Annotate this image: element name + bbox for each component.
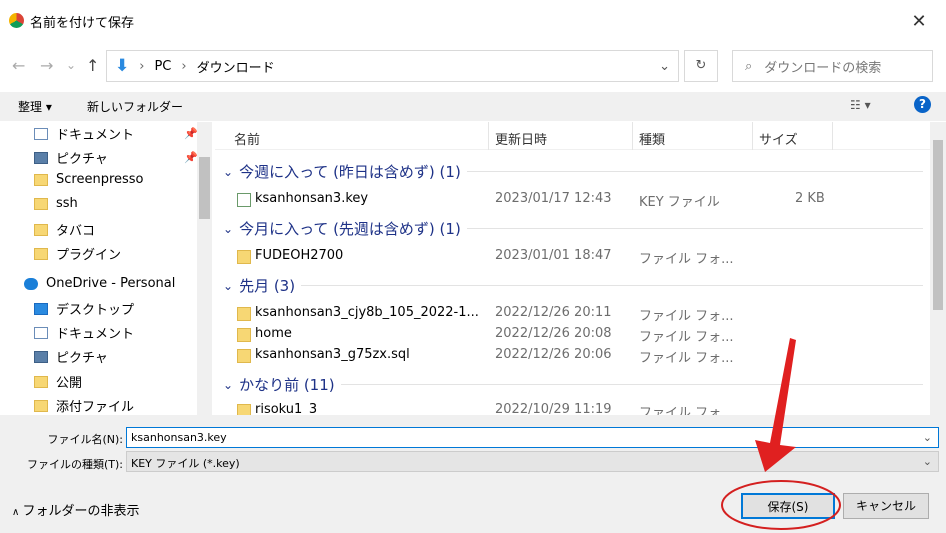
back-button[interactable]: ← (12, 56, 25, 75)
folder-icon (34, 197, 48, 210)
file-row[interactable]: ksanhonsan3_g75zx.sql 2022/12/26 20:06 ファイ… (215, 346, 930, 366)
picture-icon (34, 350, 48, 363)
folder-icon (237, 404, 251, 415)
document-icon (34, 127, 48, 140)
chevron-down-icon[interactable]: ⌄ (659, 59, 670, 74)
refresh-button[interactable]: ↻ (684, 50, 718, 82)
sidebar-item[interactable]: ssh (34, 196, 78, 211)
download-icon: ⬇ (115, 56, 130, 76)
file-icon (237, 193, 251, 207)
filetype-select[interactable]: KEY ファイル (*.key) ⌄ (126, 451, 939, 472)
breadcrumb-downloads[interactable]: ダウンロード (197, 57, 275, 76)
view-options-button[interactable]: ☷ ▾ (850, 98, 871, 112)
document-icon (34, 326, 48, 339)
cloud-icon (24, 277, 38, 290)
file-row[interactable]: FUDEOH2700 2023/01/01 18:47 ファイル フォ... (215, 247, 930, 267)
sidebar-item[interactable]: ピクチャ (34, 347, 108, 366)
sidebar-item[interactable]: ピクチャ 📌 (34, 148, 198, 167)
pin-icon: 📌 (184, 151, 198, 164)
folder-icon (237, 307, 251, 321)
file-row[interactable]: ksanhonsan3_cjy8b_105_2022-1... 2022/12/2… (215, 304, 930, 324)
chevron-down-icon: ⌄ (223, 278, 234, 293)
folder-icon (34, 375, 48, 388)
column-size[interactable]: サイズ (759, 129, 798, 148)
filename-input[interactable]: ksanhonsan3.key ⌄ (126, 427, 939, 448)
column-date[interactable]: 更新日時 (495, 129, 547, 148)
sidebar-item[interactable]: ドキュメント 📌 (34, 124, 198, 143)
folder-icon (237, 328, 251, 342)
group-header[interactable]: ⌄ かなり前 (11) (223, 374, 923, 395)
desktop-icon (34, 302, 48, 315)
column-type[interactable]: 種類 (639, 129, 665, 148)
file-row[interactable]: home 2022/12/26 20:08 ファイル フォ... (215, 325, 930, 345)
cancel-button[interactable]: キャンセル (843, 493, 929, 519)
group-header[interactable]: ⌄ 先月 (3) (223, 275, 923, 296)
search-input[interactable]: ⌕ ダウンロードの検索 (732, 50, 933, 82)
filename-label: ファイル名(N): (47, 433, 123, 446)
chevron-down-icon[interactable]: ⌄ (923, 431, 932, 444)
up-button[interactable]: ↑ (86, 56, 99, 75)
close-button[interactable]: ✕ (905, 8, 933, 36)
column-name[interactable]: 名前 (234, 129, 260, 148)
forward-button[interactable]: → (40, 56, 53, 75)
organize-button[interactable]: 整理 ▾ (18, 98, 52, 115)
folder-icon (34, 223, 48, 236)
sidebar-item[interactable]: タバコ (34, 220, 95, 239)
pin-icon: 📌 (184, 127, 198, 140)
chevron-down-icon: ⌄ (223, 377, 234, 392)
sidebar-item[interactable]: ドキュメント (34, 323, 134, 342)
chrome-icon (9, 13, 24, 28)
list-scrollbar[interactable] (930, 122, 946, 415)
sidebar-item[interactable]: Screenpresso (34, 172, 144, 187)
hide-folders-button[interactable]: ∧ フォルダーの非表示 (12, 500, 140, 519)
sidebar-item[interactable]: 公開 (34, 372, 82, 391)
filetype-label: ファイルの種類(T): (26, 458, 123, 471)
folder-icon (34, 247, 48, 260)
folder-icon (34, 399, 48, 412)
group-header[interactable]: ⌄ 今月に入って (先週は含めず) (1) (223, 218, 923, 239)
chevron-down-icon: ⌄ (922, 455, 932, 468)
file-row[interactable]: ksanhonsan3.key 2023/01/17 12:43 KEY ファイル 2… (215, 190, 930, 210)
recent-locations-button[interactable]: ⌄ (66, 58, 76, 72)
sidebar-item[interactable]: 添付ファイル (34, 396, 134, 415)
sidebar-item[interactable]: デスクトップ (34, 299, 134, 318)
folder-icon (34, 173, 48, 186)
picture-icon (34, 151, 48, 164)
toolbar: 整理 ▾ 新しいフォルダー ☷ ▾ ? (0, 92, 946, 121)
folder-icon (237, 349, 251, 363)
chevron-down-icon: ⌄ (223, 164, 234, 179)
group-header[interactable]: ⌄ 今週に入って (昨日は含めず) (1) (223, 161, 923, 182)
save-button[interactable]: 保存(S) (741, 493, 835, 519)
nav-scrollbar[interactable] (197, 122, 212, 415)
help-button[interactable]: ? (914, 96, 931, 113)
chevron-up-icon: ∧ (12, 507, 23, 518)
file-list: 名前 更新日時 種類 サイズ ⌄ 今週に入って (昨日は含めず) (1) ksanh… (215, 122, 930, 415)
sidebar-item[interactable]: OneDrive - Personal (24, 276, 175, 291)
file-row[interactable]: risoku1_3 2022/10/29 11:19 ファイル フォ... (215, 401, 930, 415)
window-title: 名前を付けて保存 (30, 16, 135, 31)
navigation-pane: ドキュメント 📌 ピクチャ 📌 Screenpresso ssh タバコ プラグイン OneDr… (0, 122, 212, 415)
new-folder-button[interactable]: 新しいフォルダー (87, 98, 183, 115)
chevron-down-icon: ⌄ (223, 221, 234, 236)
folder-icon (237, 250, 251, 264)
breadcrumb-pc[interactable]: PC (154, 59, 171, 74)
address-bar[interactable]: ⬇ › PC › ダウンロード ⌄ (106, 50, 679, 82)
search-icon: ⌕ (745, 58, 753, 74)
sidebar-item[interactable]: プラグイン (34, 244, 121, 263)
